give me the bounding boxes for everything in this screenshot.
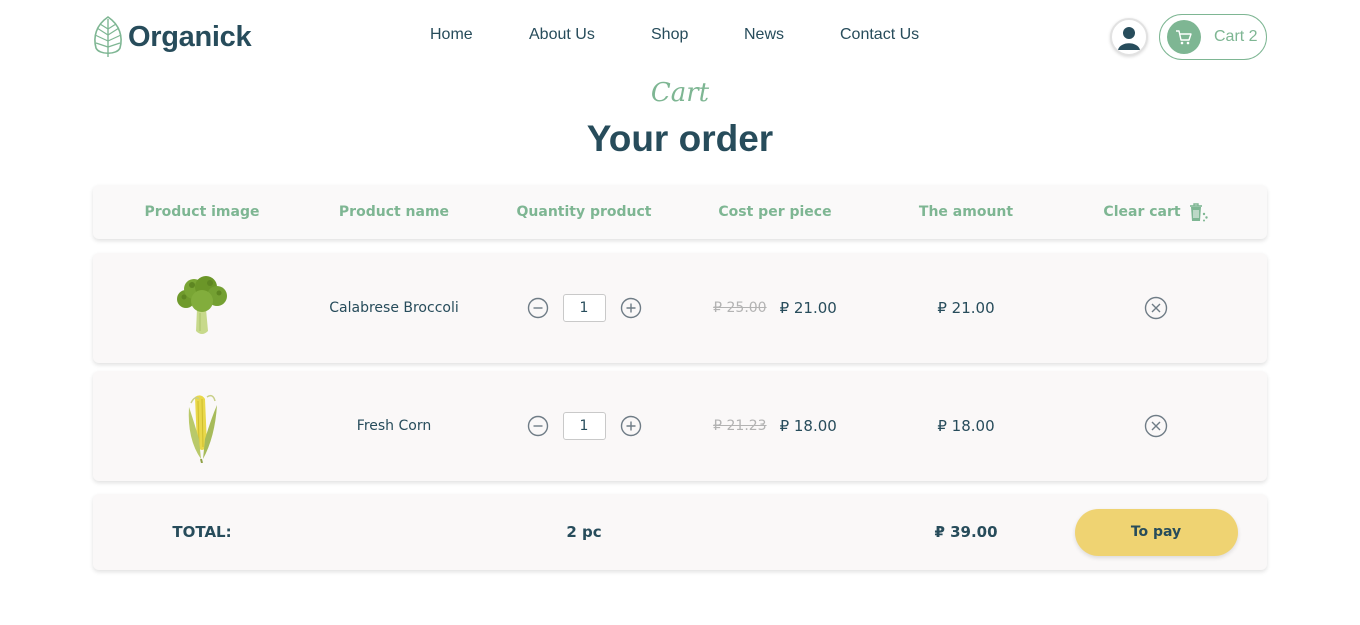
increase-quantity-button[interactable] xyxy=(620,297,642,319)
remove-item-button[interactable] xyxy=(1144,296,1168,320)
nav-shop[interactable]: Shop xyxy=(651,26,688,44)
minus-circle-icon xyxy=(527,297,548,319)
total-amount: ₽ 39.00 xyxy=(934,523,998,541)
clear-cart-button[interactable]: Clear cart xyxy=(1103,201,1208,223)
site-header: Organick Home About Us Shop News Contact… xyxy=(0,0,1360,75)
shopping-cart-icon xyxy=(1176,30,1192,45)
price-per-piece: ₽ 21.00 xyxy=(779,299,837,317)
minus-circle-icon xyxy=(527,415,548,437)
price-per-piece: ₽ 18.00 xyxy=(779,417,837,435)
close-circle-icon xyxy=(1144,414,1168,438)
nav-news[interactable]: News xyxy=(744,26,784,44)
header-product-name: Product name xyxy=(338,204,450,220)
corn-image xyxy=(188,394,217,463)
cart-label: Cart 2 xyxy=(1214,28,1258,45)
old-price: ₽ 25.00 xyxy=(713,300,767,316)
header-amount: The amount xyxy=(918,204,1014,220)
row-amount: ₽ 18.00 xyxy=(937,417,995,435)
row-amount: ₽ 21.00 xyxy=(937,299,995,317)
decrease-quantity-button[interactable] xyxy=(527,297,549,319)
decrease-quantity-button[interactable] xyxy=(527,415,549,437)
quantity-stepper xyxy=(527,294,642,322)
main-nav: Home About Us Shop News Contact Us xyxy=(0,26,1360,50)
product-name: Fresh Corn xyxy=(356,418,432,434)
clear-cart-label: Clear cart xyxy=(1103,204,1181,220)
quantity-stepper xyxy=(527,412,642,440)
total-count: 2 pc xyxy=(566,523,602,541)
header-quantity: Quantity product xyxy=(516,204,652,220)
cart-table-header: Product image Product name Quantity prod… xyxy=(93,185,1267,239)
increase-quantity-button[interactable] xyxy=(620,415,642,437)
broccoli-image xyxy=(177,276,227,334)
pay-button[interactable]: To pay xyxy=(1074,508,1238,556)
trash-icon xyxy=(1189,203,1208,222)
header-product-image: Product image xyxy=(144,204,260,220)
user-icon xyxy=(1115,23,1143,51)
close-circle-icon xyxy=(1144,296,1168,320)
cart-button[interactable]: Cart 2 xyxy=(1159,14,1267,60)
total-label: TOTAL: xyxy=(172,523,232,541)
cart-total-row: TOTAL: 2 pc ₽ 39.00 To pay xyxy=(93,494,1267,570)
plus-circle-icon xyxy=(620,297,641,319)
old-price: ₽ 21.23 xyxy=(713,418,767,434)
cart-icon-badge xyxy=(1167,20,1201,54)
plus-circle-icon xyxy=(620,415,641,437)
remove-item-button[interactable] xyxy=(1144,414,1168,438)
page-title: Your order xyxy=(586,118,774,159)
nav-home[interactable]: Home xyxy=(430,26,473,44)
nav-about-us[interactable]: About Us xyxy=(529,26,595,44)
quantity-input[interactable] xyxy=(562,294,606,322)
cart-row: Calabrese Broccoli ₽ 25.00 ₽ 21.00 ₽ 21.… xyxy=(93,253,1267,363)
quantity-input[interactable] xyxy=(562,412,606,440)
header-cost-per-piece: Cost per piece xyxy=(718,204,832,220)
account-button[interactable] xyxy=(1110,18,1148,56)
page-subtitle: Cart xyxy=(650,78,710,108)
cart-row: Fresh Corn ₽ 21.23 ₽ 18.00 ₽ 18.00 xyxy=(93,371,1267,481)
product-name: Calabrese Broccoli xyxy=(329,300,459,316)
nav-contact-us[interactable]: Contact Us xyxy=(840,26,919,44)
